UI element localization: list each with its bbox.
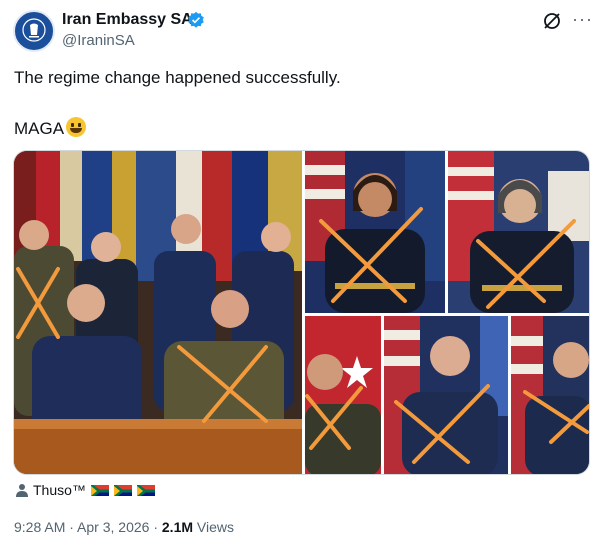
more-options-icon[interactable]: ··· <box>572 9 593 30</box>
meta-separator: · <box>65 519 78 535</box>
display-name[interactable]: Iran Embassy SA <box>62 11 193 29</box>
tweet-meta: 9:28 AM · Apr 3, 2026 · 2.1M Views <box>14 519 234 535</box>
tweet-date[interactable]: Apr 3, 2026 <box>77 519 149 535</box>
verified-badge-icon <box>188 11 204 28</box>
media-attribution[interactable]: Thuso™ <box>15 482 155 498</box>
attribution-user[interactable]: Thuso™ <box>33 482 86 498</box>
air-force-officer[interactable] <box>511 316 589 474</box>
admiral-woman-1[interactable] <box>305 151 445 313</box>
tweet-time[interactable]: 9:28 AM <box>14 519 65 535</box>
air-force-general[interactable] <box>384 316 508 474</box>
grok-icon[interactable] <box>542 11 562 31</box>
south-africa-flag-icon <box>90 484 109 496</box>
south-africa-flag-icon <box>136 484 155 496</box>
army-general[interactable] <box>305 316 381 474</box>
group-photo[interactable] <box>14 151 302 474</box>
views-count: 2.1M <box>161 519 194 535</box>
admiral-woman-2[interactable] <box>448 151 589 313</box>
tweet-hashtag-text: MAGA <box>14 119 65 138</box>
south-africa-flag-icon <box>113 484 132 496</box>
tweet-text-line2: MAGA <box>14 117 87 139</box>
embassy-emblem-icon <box>21 17 47 46</box>
tweet-text: The regime change happened successfully. <box>14 68 341 87</box>
meta-separator-2: · <box>149 519 162 535</box>
avatar[interactable] <box>13 10 55 52</box>
grinning-face-emoji-icon <box>66 117 87 137</box>
views-label: Views <box>193 519 234 535</box>
media-grid[interactable] <box>13 150 590 475</box>
account-handle[interactable]: @IraninSA <box>62 32 135 49</box>
person-icon <box>16 484 28 497</box>
